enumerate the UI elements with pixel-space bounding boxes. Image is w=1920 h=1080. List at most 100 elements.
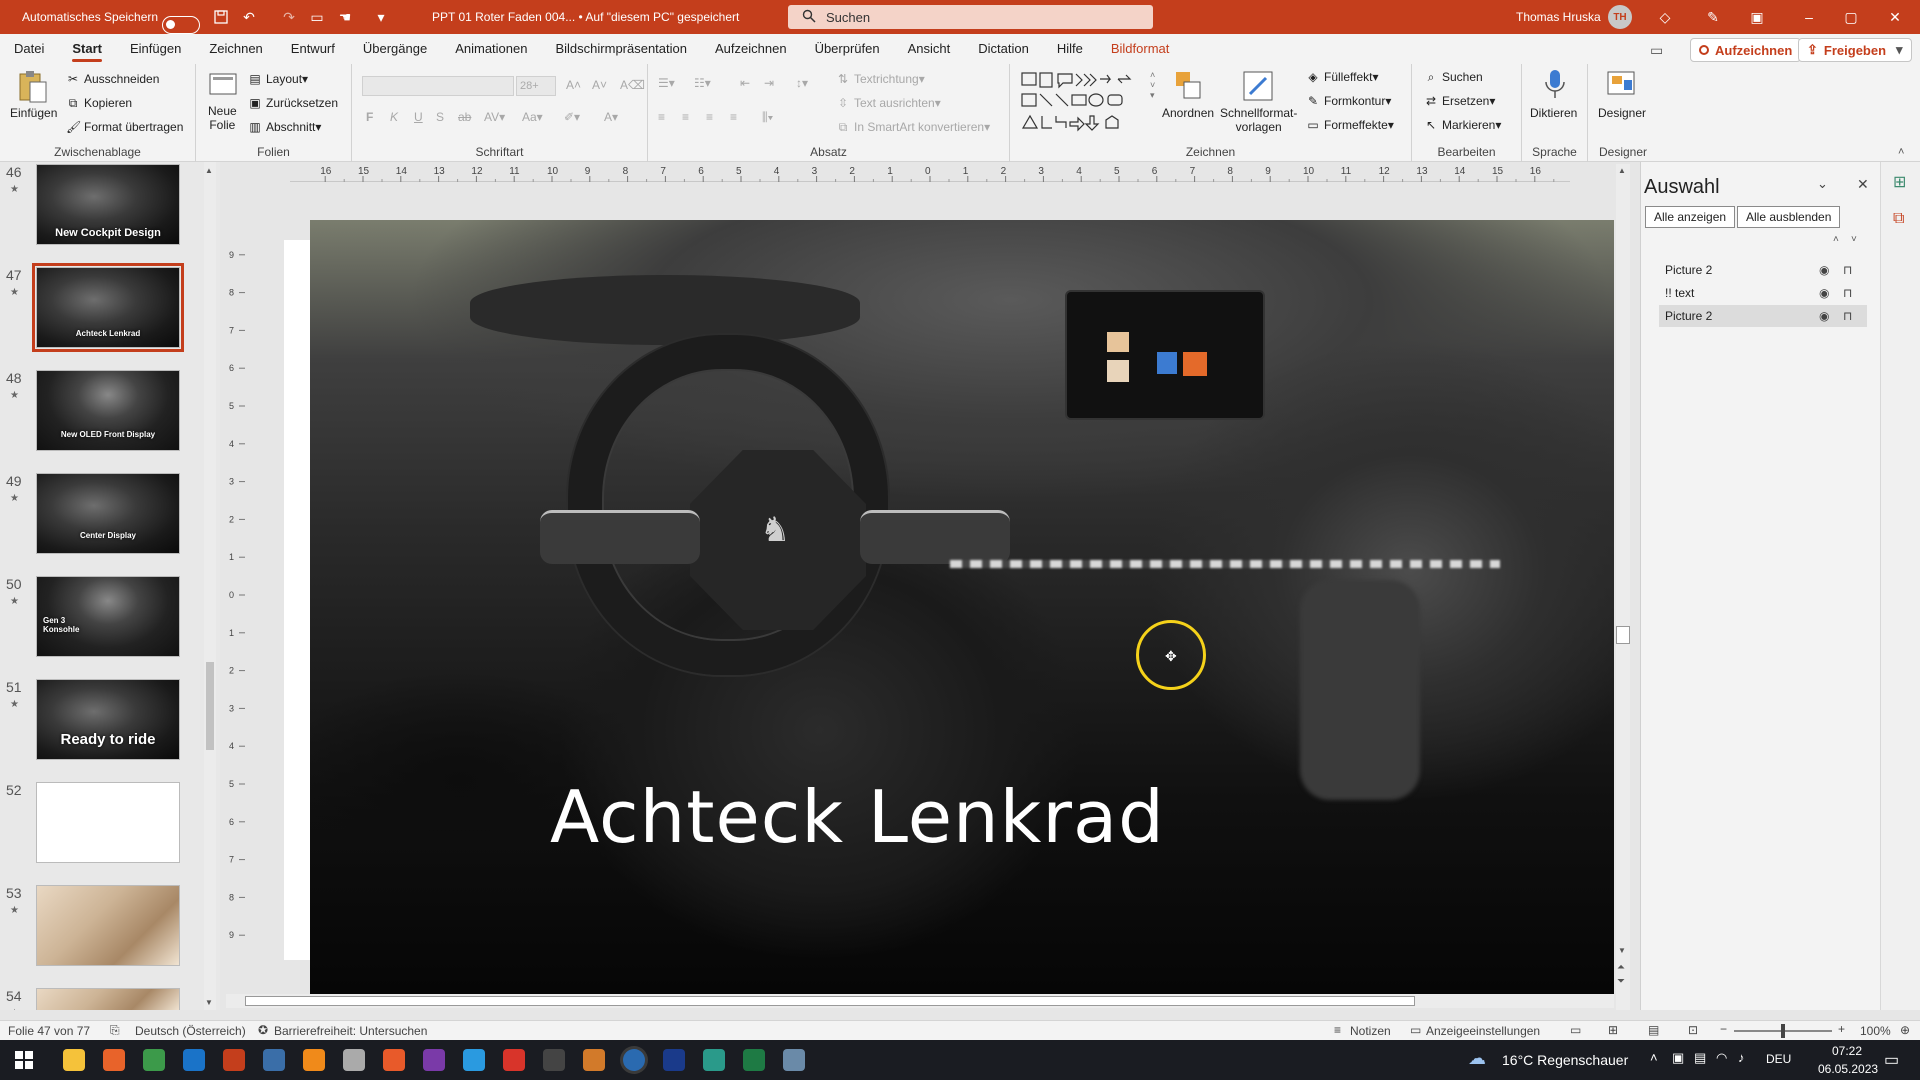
- numbering-icon[interactable]: ☷▾: [694, 76, 711, 90]
- align-text-button[interactable]: ⇳ Text ausrichten ▾: [836, 96, 941, 110]
- text-direction-button[interactable]: ⇅ Textrichtung ▾: [836, 72, 925, 86]
- new-slide-button[interactable]: Neue Folie: [208, 104, 237, 132]
- wifi-icon[interactable]: ◠: [1716, 1050, 1727, 1066]
- normal-view-icon[interactable]: ▭: [1570, 1023, 1581, 1037]
- highlight-icon[interactable]: ✐▾: [564, 110, 580, 124]
- increase-indent-icon[interactable]: ⇥: [764, 76, 774, 90]
- slide-canvas[interactable]: ♞ Achteck Lenkrad ✥: [310, 220, 1614, 994]
- app-icon[interactable]: [574, 1040, 614, 1080]
- tray-device-icon[interactable]: ▤: [1694, 1050, 1706, 1066]
- justify-icon[interactable]: ≡: [730, 110, 737, 124]
- lock-icon[interactable]: ⊓: [1843, 309, 1852, 323]
- slide-caption[interactable]: Achteck Lenkrad: [550, 775, 1165, 859]
- slide-thumbnail[interactable]: [36, 988, 180, 1010]
- volume-icon[interactable]: ♪: [1738, 1050, 1745, 1065]
- change-case-icon[interactable]: Aa▾: [522, 110, 543, 124]
- font-size-dropdown[interactable]: 28+: [516, 76, 556, 96]
- tray-chevron-icon[interactable]: ˄: [1650, 1050, 1658, 1065]
- hide-all-button[interactable]: Alle ausblenden: [1737, 206, 1841, 228]
- autosave-toggle[interactable]: [162, 16, 200, 34]
- strikethrough-icon[interactable]: ab: [458, 110, 471, 124]
- shadow-icon[interactable]: S: [436, 110, 444, 124]
- paste-icon[interactable]: [16, 70, 48, 103]
- app-icon[interactable]: [374, 1040, 414, 1080]
- shape-fill-button[interactable]: ◈ Fülleffekt ▾: [1306, 70, 1378, 84]
- user-name[interactable]: Thomas Hruska: [1516, 10, 1601, 24]
- copy-button[interactable]: ⧉ Kopieren: [66, 96, 132, 110]
- editor-vertical-scrollbar[interactable]: [1616, 164, 1630, 1010]
- send-backward-icon[interactable]: ˅: [1851, 234, 1857, 245]
- save-icon[interactable]: [212, 8, 230, 26]
- shapes-scroll-icon[interactable]: ˄ ˅ ▾: [1150, 70, 1155, 100]
- file-explorer-icon[interactable]: [54, 1040, 94, 1080]
- pen-icon[interactable]: ✎: [1704, 8, 1722, 26]
- zoom-in-icon[interactable]: +: [1838, 1022, 1845, 1036]
- bring-forward-icon[interactable]: ˄: [1833, 234, 1839, 245]
- section-button[interactable]: ▥ Abschnitt ▾: [248, 120, 321, 134]
- notes-button[interactable]: Notizen: [1350, 1024, 1391, 1038]
- scroll-up-icon[interactable]: ▲: [205, 166, 213, 175]
- zoom-out-icon[interactable]: −: [1720, 1022, 1727, 1036]
- designer-button[interactable]: Designer: [1598, 106, 1646, 120]
- font-grow-icon[interactable]: A˄: [566, 78, 581, 92]
- reading-view-icon[interactable]: ▤: [1648, 1023, 1659, 1037]
- select-button[interactable]: ↖ Markieren ▾: [1424, 118, 1501, 132]
- find-button[interactable]: ⌕ Suchen: [1424, 70, 1483, 84]
- slide-thumbnail[interactable]: [36, 782, 180, 863]
- scroll-down-icon[interactable]: ▼: [1618, 946, 1626, 955]
- tab-help[interactable]: Hilfe: [1043, 34, 1097, 64]
- app-icon[interactable]: [774, 1040, 814, 1080]
- collapse-ribbon-icon[interactable]: ˄: [1898, 146, 1904, 158]
- keyboard-language[interactable]: DEU: [1766, 1052, 1791, 1066]
- slide-thumbnail[interactable]: New Cockpit Design: [36, 164, 180, 245]
- tab-dictation[interactable]: Dictation: [964, 34, 1043, 64]
- outlook-icon[interactable]: [174, 1040, 214, 1080]
- font-family-dropdown[interactable]: [362, 76, 514, 96]
- customize-quick-access-icon[interactable]: ▾: [372, 8, 390, 26]
- lock-icon[interactable]: ⊓: [1843, 263, 1852, 277]
- cut-button[interactable]: ✂ Ausschneiden: [66, 72, 159, 86]
- zoom-level[interactable]: 100%: [1860, 1024, 1891, 1038]
- lock-icon[interactable]: ⊓: [1843, 286, 1852, 300]
- char-spacing-icon[interactable]: AV▾: [484, 110, 505, 124]
- clock-date[interactable]: 06.05.2023: [1818, 1062, 1878, 1076]
- ribbon-display-icon[interactable]: ▣: [1748, 8, 1766, 26]
- layout-button[interactable]: ▤ Layout ▾: [248, 72, 308, 86]
- font-shrink-icon[interactable]: A˅: [592, 78, 607, 92]
- decrease-indent-icon[interactable]: ⇤: [740, 76, 750, 90]
- fit-to-window-icon[interactable]: ⊕: [1900, 1023, 1910, 1037]
- tray-app-icon[interactable]: ▣: [1672, 1050, 1684, 1066]
- app-icon[interactable]: [494, 1040, 534, 1080]
- windows-start-icon[interactable]: [4, 1040, 44, 1080]
- new-slide-icon[interactable]: [208, 70, 240, 102]
- microphone-icon[interactable]: [1539, 68, 1571, 100]
- quick-styles-button[interactable]: Schnellformat- vorlagen: [1220, 106, 1297, 134]
- selection-layer-item[interactable]: Picture 2 ◉ ⊓: [1659, 305, 1867, 327]
- slideshow-view-icon[interactable]: ⊡: [1688, 1023, 1698, 1037]
- paste-button[interactable]: Einfügen: [10, 106, 57, 120]
- slide-thumbnail[interactable]: Gen 3 Konsohle: [36, 576, 180, 657]
- visibility-eye-icon[interactable]: ◉: [1819, 263, 1829, 277]
- comments-icon[interactable]: ▭: [1650, 42, 1663, 59]
- format-painter-button[interactable]: 🖌 Format übertragen: [66, 120, 183, 134]
- notifications-icon[interactable]: ▭: [1884, 1050, 1899, 1070]
- tab-insert[interactable]: Einfügen: [116, 34, 195, 64]
- language-indicator[interactable]: Deutsch (Österreich): [135, 1024, 246, 1038]
- show-all-button[interactable]: Alle anzeigen: [1645, 206, 1736, 228]
- editor-vertical-scroll-thumb[interactable]: [1616, 626, 1630, 644]
- shape-effects-button[interactable]: ▭ Formeffekte ▾: [1306, 118, 1394, 132]
- shape-outline-button[interactable]: ✎ Formkontur ▾: [1306, 94, 1391, 108]
- zoom-slider-thumb[interactable]: [1781, 1024, 1785, 1038]
- app-icon[interactable]: [254, 1040, 294, 1080]
- close-icon[interactable]: ✕: [1886, 8, 1904, 26]
- smartart-button[interactable]: ⧉ In SmartArt konvertieren ▾: [836, 120, 990, 134]
- share-button[interactable]: ⇪ Freigeben ▾: [1798, 38, 1912, 62]
- telegram-icon[interactable]: [454, 1040, 494, 1080]
- thumbnail-scrollbar[interactable]: [204, 162, 216, 1010]
- clock-time[interactable]: 07:22: [1832, 1044, 1862, 1058]
- reset-button[interactable]: ▣ Zurücksetzen: [248, 96, 338, 110]
- tab-design[interactable]: Entwurf: [277, 34, 349, 64]
- app-icon[interactable]: [614, 1040, 654, 1080]
- chrome-icon[interactable]: [134, 1040, 174, 1080]
- replace-button[interactable]: ⇄ Ersetzen ▾: [1424, 94, 1495, 108]
